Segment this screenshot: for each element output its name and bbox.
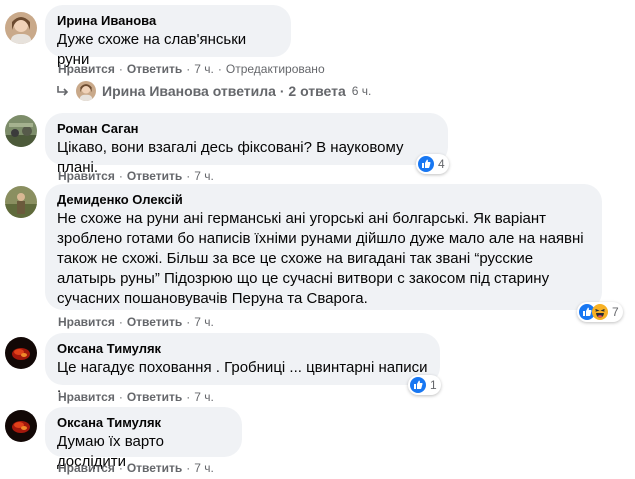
comment-bubble: Оксана Тимуляк Думаю їх варто дослідити xyxy=(45,407,242,470)
comment-bubble: Оксана Тимуляк Це нагадує поховання . Гр… xyxy=(45,333,440,396)
avatar[interactable] xyxy=(5,186,37,218)
comment-bubble: Ирина Иванова Дуже схоже на слав'янськи … xyxy=(45,5,291,68)
separator: · xyxy=(217,62,222,76)
reply-button[interactable]: Ответить xyxy=(127,169,182,183)
comment-bubble: Роман Саган Цікаво, вони взагалі десь фі… xyxy=(45,113,448,176)
comment-time[interactable]: 7 ч. xyxy=(194,461,214,475)
comment-time[interactable]: 7 ч. xyxy=(194,315,214,329)
comment-actions: Нравится · Ответить · 7 ч. xyxy=(58,460,214,476)
avatar[interactable] xyxy=(5,410,37,442)
like-button[interactable]: Нравится xyxy=(58,169,115,183)
replies-text[interactable]: Ирина Иванова ответила · 2 ответа xyxy=(102,83,346,99)
like-button[interactable]: Нравится xyxy=(58,315,115,329)
separator: · xyxy=(118,169,123,183)
avatar[interactable] xyxy=(5,115,37,147)
like-reaction-icon xyxy=(418,156,434,172)
reaction-summary[interactable]: 4 xyxy=(416,154,449,174)
comment-author[interactable]: Ирина Иванова xyxy=(57,13,279,29)
comment-actions: Нравится · Ответить · 7 ч. · Отредактировано xyxy=(58,61,325,77)
edited-label: Отредактировано xyxy=(225,62,325,76)
reaction-count: 1 xyxy=(430,378,437,392)
comment-actions: Нравится · Ответить · 7 ч. xyxy=(58,314,214,330)
comment-author[interactable]: Оксана Тимуляк xyxy=(57,341,428,357)
reply-arrow-icon xyxy=(56,84,70,98)
reply-button[interactable]: Ответить xyxy=(127,390,182,404)
avatar xyxy=(76,81,96,101)
comment-time[interactable]: 7 ч. xyxy=(194,390,214,404)
separator: · xyxy=(186,315,191,329)
avatar[interactable] xyxy=(5,337,37,369)
separator: · xyxy=(118,315,123,329)
separator: · xyxy=(186,62,191,76)
reaction-summary[interactable]: 1 xyxy=(408,375,441,395)
reply-button[interactable]: Ответить xyxy=(127,62,182,76)
reply-button[interactable]: Ответить xyxy=(127,461,182,475)
separator: · xyxy=(118,62,123,76)
like-button[interactable]: Нравится xyxy=(58,461,115,475)
reaction-count: 4 xyxy=(438,157,445,171)
comment-time[interactable]: 7 ч. xyxy=(194,62,214,76)
separator: · xyxy=(186,169,191,183)
comment-author[interactable]: Демиденко Олексій xyxy=(57,192,590,208)
comment-time[interactable]: 7 ч. xyxy=(194,169,214,183)
comment-bubble: Демиденко Олексій Не схоже на руни ані г… xyxy=(45,184,602,310)
haha-reaction-icon xyxy=(592,304,608,320)
comment-actions: Нравится · Ответить · 7 ч. xyxy=(58,168,214,184)
comment-author[interactable]: Роман Саган xyxy=(57,121,436,137)
separator: · xyxy=(118,390,123,404)
separator: · xyxy=(186,461,191,475)
separator: · xyxy=(186,390,191,404)
comment-actions: Нравится · Ответить · 7 ч. xyxy=(58,389,214,405)
like-button[interactable]: Нравится xyxy=(58,390,115,404)
comment-text: Не схоже на руни ані германські ані угор… xyxy=(57,210,588,307)
replies-time: 6 ч. xyxy=(351,84,372,98)
reaction-summary[interactable]: 7 xyxy=(577,302,623,322)
like-button[interactable]: Нравится xyxy=(58,62,115,76)
like-reaction-icon xyxy=(410,377,426,393)
separator: · xyxy=(118,461,123,475)
view-replies-link[interactable]: Ирина Иванова ответила · 2 ответа 6 ч. xyxy=(56,81,371,101)
reaction-count: 7 xyxy=(612,305,619,319)
comment-author[interactable]: Оксана Тимуляк xyxy=(57,415,230,431)
reply-button[interactable]: Ответить xyxy=(127,315,182,329)
avatar[interactable] xyxy=(5,12,37,44)
